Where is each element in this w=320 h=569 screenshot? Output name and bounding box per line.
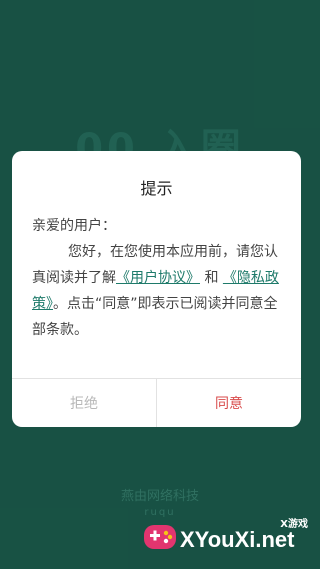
dialog-footer: 拒绝 同意 bbox=[12, 378, 301, 427]
dialog-body: 亲爱的用户： 您好，在您使用本应用前，请您认真阅读并了解《用户协议》 和 《隐私… bbox=[32, 213, 290, 343]
reject-button[interactable]: 拒绝 bbox=[12, 379, 157, 427]
message-connector: 和 bbox=[204, 270, 219, 286]
accept-button[interactable]: 同意 bbox=[157, 379, 301, 427]
dialog-title: 提示 bbox=[140, 179, 173, 198]
message-outro: 。点击“同意”即表示已阅读并同意全部条款。 bbox=[32, 296, 278, 338]
dialog-message: 您好，在您使用本应用前，请您认真阅读并了解《用户协议》 和 《隐私政策》。点击“… bbox=[32, 239, 290, 343]
dialog-greeting: 亲爱的用户： bbox=[32, 218, 116, 234]
privacy-dialog: 提示 亲爱的用户： 您好，在您使用本应用前，请您认真阅读并了解《用户协议》 和 … bbox=[12, 151, 301, 427]
site-watermark: X游戏 XYouXi.net bbox=[142, 513, 312, 561]
user-agreement-link[interactable]: 《用户协议》 bbox=[116, 270, 200, 286]
watermark-site-text: XYouXi.net bbox=[180, 527, 295, 552]
gamepad-icon bbox=[144, 525, 176, 549]
